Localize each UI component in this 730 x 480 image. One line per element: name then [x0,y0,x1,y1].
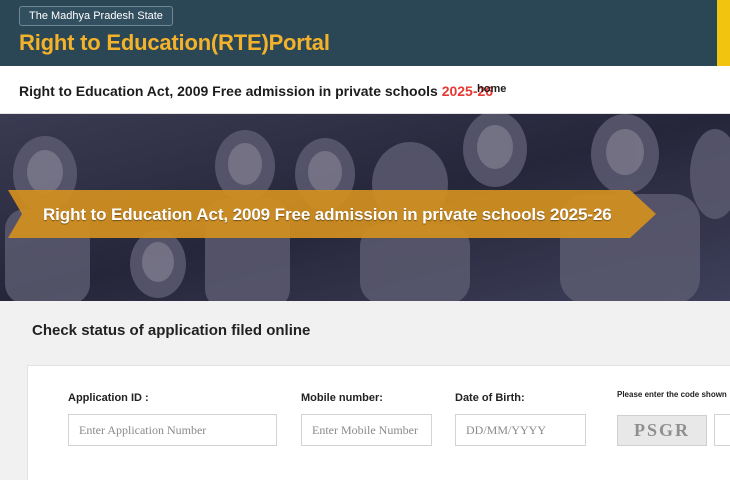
portal-title[interactable]: Right to Education(RTE)Portal [19,30,330,56]
nav-title-text: Right to Education Act, 2009 Free admiss… [19,83,442,99]
home-link[interactable]: home [477,83,506,95]
mobile-number-label: Mobile number: [301,392,383,404]
application-id-input[interactable] [68,414,277,446]
site-header: The Madhya Pradesh State Right to Educat… [0,0,730,66]
header-accent-bar [717,0,730,66]
section-title: Check status of application filed online [32,322,311,339]
hero-banner: Right to Education Act, 2009 Free admiss… [0,114,730,301]
dob-label: Date of Birth: [455,392,525,404]
nav-bar: Right to Education Act, 2009 Free admiss… [0,66,730,114]
dob-input[interactable] [455,414,586,446]
banner-text: Right to Education Act, 2009 Free admiss… [43,205,612,224]
status-section: Check status of application filed online… [0,301,730,480]
status-form: Application ID : Mobile number: Date of … [27,365,730,480]
captcha-image: PSGR [617,415,707,446]
application-id-label: Application ID : [68,392,149,404]
state-label: The Madhya Pradesh State [19,6,173,26]
captcha-label: Please enter the code shown [617,390,727,399]
mobile-number-input[interactable] [301,414,432,446]
nav-title: Right to Education Act, 2009 Free admiss… [19,83,493,99]
captcha-input[interactable] [714,414,730,446]
